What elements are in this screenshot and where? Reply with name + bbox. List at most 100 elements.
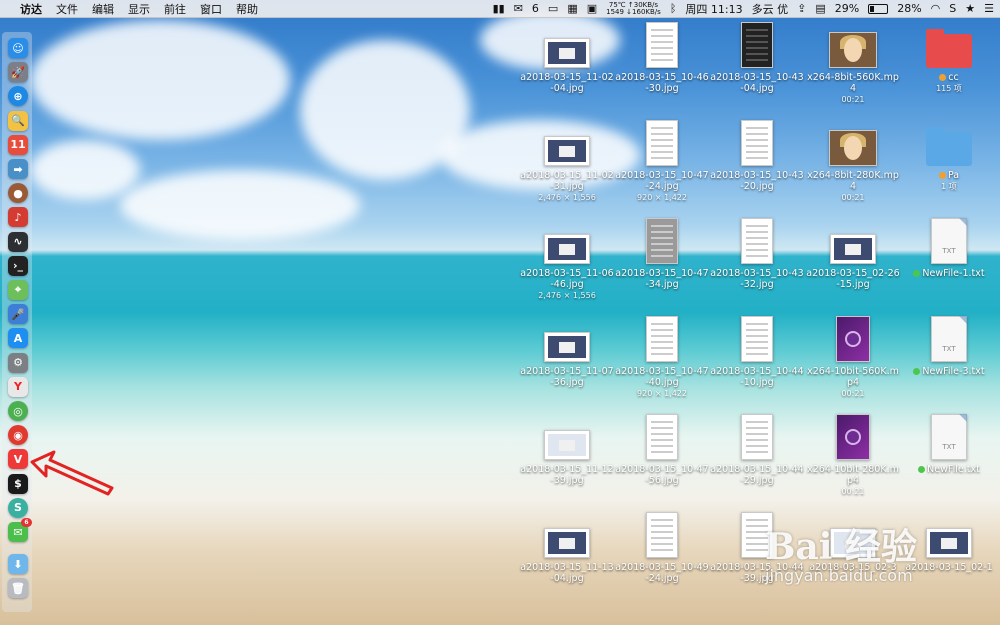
network-monitor[interactable]: 75℃ ↑30KB/s 1549 ↓160KB/s bbox=[606, 1, 661, 16]
finder-icon[interactable]: ☺ bbox=[8, 38, 28, 58]
desktop-file[interactable]: a2018-03-15_11-06-46.jpg 2,476 × 1,556 bbox=[519, 218, 615, 301]
safari-icon[interactable]: ⊕ bbox=[8, 86, 28, 107]
upload-icon[interactable]: ⇪ bbox=[797, 2, 806, 15]
file-thumbnail bbox=[709, 22, 805, 68]
star-icon[interactable]: ★ bbox=[965, 2, 975, 15]
battery-icon[interactable] bbox=[868, 3, 889, 14]
desktop-file[interactable]: a2018-03-15_10-43-20.jpg bbox=[709, 120, 805, 192]
downloads-folder-icon[interactable]: ⬇ bbox=[8, 554, 28, 575]
desktop-file[interactable]: a2018-03-15_10-49-24.jpg bbox=[614, 512, 710, 584]
desktop-file[interactable]: a2018-03-15_10-46-30.jpg bbox=[614, 22, 710, 94]
desktop-file[interactable]: a2018-03-15_10-44-10.jpg bbox=[709, 316, 805, 388]
chrome-icon[interactable]: ◎ bbox=[8, 401, 28, 421]
desktop-file[interactable]: a2018-03-15_10-44-29.jpg bbox=[709, 414, 805, 486]
file-meta: 1 项 bbox=[941, 182, 957, 191]
file-thumbnail bbox=[614, 218, 710, 264]
grid-icon[interactable]: ▦ bbox=[567, 2, 577, 15]
wechat-icon[interactable]: ✉ 6 bbox=[8, 518, 32, 542]
image-thumbnail-icon bbox=[544, 528, 590, 558]
yandex-icon[interactable]: Y bbox=[8, 376, 28, 397]
file-name: a2018-03-15_11-02-04.jpg bbox=[519, 72, 615, 94]
cloud-decoration bbox=[30, 20, 290, 140]
file-name-text: x264-10bit-560K.mp4 bbox=[807, 366, 899, 388]
desktop-file[interactable]: a2018-03-15_11-12-39.jpg bbox=[519, 414, 615, 486]
txt-label: TXT bbox=[942, 345, 956, 353]
menu-window[interactable]: 窗口 bbox=[200, 1, 222, 17]
file-name: a2018-03-15_10-43-32.jpg bbox=[709, 268, 805, 290]
file-name: a2018-03-15_11-02-31.jpg bbox=[519, 170, 615, 192]
app-name-menu[interactable]: 访达 bbox=[20, 1, 42, 17]
red-arrow-annotation bbox=[30, 450, 114, 496]
wechat-status-icon[interactable]: ✉ bbox=[514, 2, 523, 15]
cpu-icon[interactable]: ▤ bbox=[815, 2, 825, 15]
desktop-file[interactable]: x264-8bit-280K.mp4 00:21 bbox=[805, 120, 901, 203]
desktop-file[interactable]: a2018-03-15_11-13-04.jpg bbox=[519, 512, 615, 584]
launchpad-icon[interactable]: 🚀 bbox=[8, 62, 28, 83]
menu-help[interactable]: 帮助 bbox=[236, 1, 258, 17]
desktop-file[interactable]: a2018-03-15_10-47-24.jpg 920 × 1,422 bbox=[614, 120, 710, 203]
preview-icon[interactable]: 🔍 bbox=[8, 110, 28, 131]
trash-icon[interactable]: 🗑 bbox=[8, 578, 28, 599]
migration-icon[interactable]: ➡ bbox=[8, 159, 28, 179]
video-thumbnail-icon bbox=[829, 32, 877, 68]
file-name-text: a2018-03-15_10-44-29.jpg bbox=[710, 464, 804, 486]
image-thumbnail-icon bbox=[544, 136, 590, 166]
vivaldi-icon[interactable]: V bbox=[8, 449, 28, 470]
file-name: cc bbox=[901, 72, 997, 83]
activity-monitor-icon[interactable]: ∿ bbox=[8, 231, 28, 252]
desktop-file[interactable]: x264-10bit-280K.mp4 00:21 bbox=[805, 414, 901, 497]
calendar-icon[interactable]: 11 bbox=[8, 134, 28, 155]
desktop-file[interactable]: a2018-03-15_02-26-15.jpg bbox=[805, 218, 901, 290]
notification-center-icon[interactable]: ☰ bbox=[984, 2, 994, 15]
status-app-icon[interactable]: ▮▮ bbox=[493, 2, 505, 15]
desktop-file[interactable]: a2018-03-15_11-02-04.jpg bbox=[519, 22, 615, 94]
netease-cloud-icon[interactable]: ◉ bbox=[8, 425, 28, 446]
desktop-file[interactable]: TXT NewFile-1.txt bbox=[901, 218, 997, 279]
desktop-file[interactable]: x264-8bit-560K.mp4 00:21 bbox=[805, 22, 901, 105]
menu-go[interactable]: 前往 bbox=[164, 1, 186, 17]
wifi-icon[interactable]: ◠ bbox=[931, 2, 941, 15]
menu-file[interactable]: 文件 bbox=[56, 1, 78, 17]
netease-music-icon[interactable]: ♪ bbox=[8, 207, 28, 228]
file-thumbnail bbox=[805, 22, 901, 68]
desktop-file[interactable]: cc 115 项 bbox=[901, 22, 997, 94]
display-icon[interactable]: ▭ bbox=[548, 2, 558, 15]
file-thumbnail bbox=[614, 512, 710, 558]
terminal-icon[interactable]: ›_ bbox=[8, 255, 28, 276]
system-preferences-icon[interactable]: ⚙ bbox=[8, 352, 28, 373]
weather[interactable]: 多云 优 bbox=[752, 1, 789, 17]
desktop-file[interactable]: a2018-03-15_10-47-40.jpg 920 × 1,422 bbox=[614, 316, 710, 399]
sogou-input-icon[interactable]: S bbox=[949, 2, 956, 15]
file-name: a2018-03-15_10-46-30.jpg bbox=[614, 72, 710, 94]
window-icon[interactable]: ▣ bbox=[587, 2, 597, 15]
desktop-file[interactable]: a2018-03-15_11-02-31.jpg 2,476 × 1,556 bbox=[519, 120, 615, 203]
desktop-file[interactable]: a2018-03-15_10-47-56.jpg bbox=[614, 414, 710, 486]
bluetooth-icon[interactable]: ᛒ bbox=[670, 2, 677, 15]
iterm-icon[interactable]: $ bbox=[8, 473, 28, 494]
siri-icon[interactable]: 🎤 bbox=[8, 304, 28, 325]
tag-dot-icon bbox=[913, 270, 921, 277]
desktop-file[interactable]: Pa 1 项 bbox=[901, 120, 997, 192]
file-thumbnail bbox=[519, 22, 615, 68]
maps-icon[interactable]: ⌖ bbox=[8, 280, 28, 300]
desktop-file[interactable]: TXT NewFile.txt bbox=[901, 414, 997, 475]
desktop-file[interactable]: a2018-03-15_10-43-32.jpg bbox=[709, 218, 805, 290]
file-thumbnail bbox=[805, 414, 901, 460]
app-store-icon[interactable]: A bbox=[8, 328, 28, 349]
desktop-file[interactable]: a2018-03-15_10-47-34.jpg bbox=[614, 218, 710, 290]
file-thumbnail bbox=[519, 512, 615, 558]
file-name-text: a2018-03-15_11-13-04.jpg bbox=[520, 562, 614, 584]
basketball-icon[interactable]: ● bbox=[8, 183, 28, 204]
cpu-percent: 29% bbox=[834, 2, 860, 15]
file-name: NewFile.txt bbox=[901, 464, 997, 475]
menu-edit[interactable]: 编辑 bbox=[92, 1, 114, 17]
clock[interactable]: 周四 11:13 bbox=[685, 1, 742, 17]
menu-view[interactable]: 显示 bbox=[128, 1, 150, 17]
file-name: x264-8bit-560K.mp4 bbox=[805, 72, 901, 94]
desktop-file[interactable]: a2018-03-15_11-07-36.jpg bbox=[519, 316, 615, 388]
sogou-icon[interactable]: S bbox=[8, 497, 28, 518]
file-thumbnail bbox=[901, 22, 997, 68]
desktop-file[interactable]: a2018-03-15_10-43-04.jpg bbox=[709, 22, 805, 94]
desktop-file[interactable]: TXT NewFile-3.txt bbox=[901, 316, 997, 377]
desktop-file[interactable]: x264-10bit-560K.mp4 00:21 bbox=[805, 316, 901, 399]
